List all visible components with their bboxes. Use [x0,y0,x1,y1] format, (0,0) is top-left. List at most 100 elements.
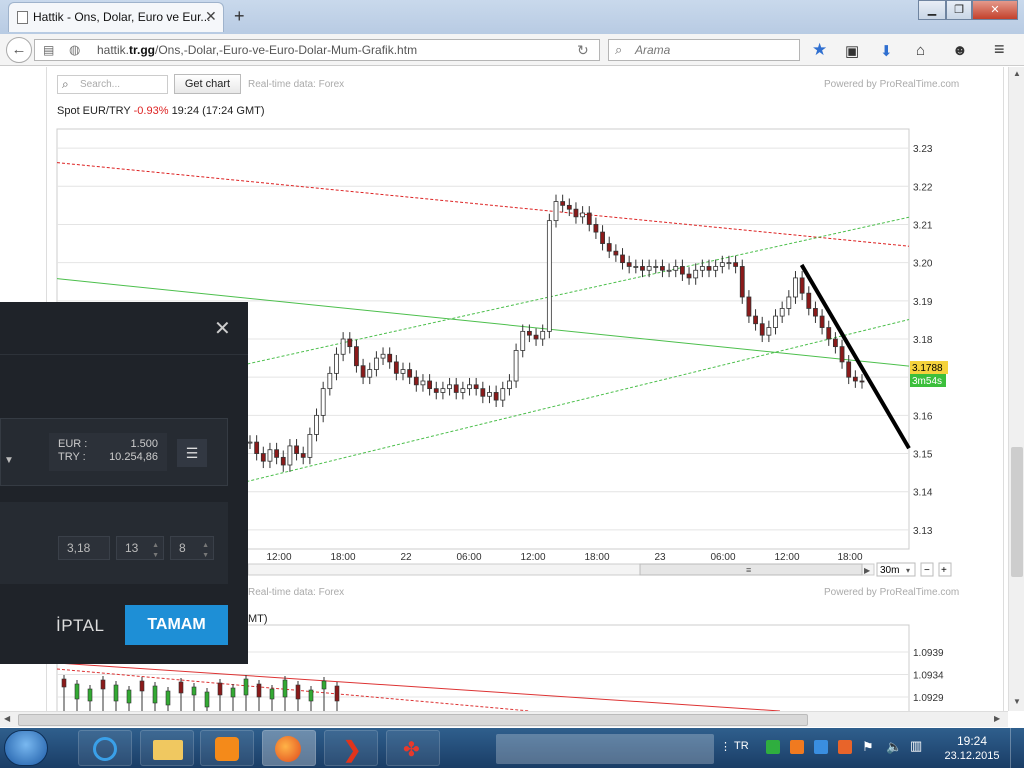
candle-body [307,434,313,458]
show-desktop-button[interactable] [1010,728,1024,768]
url-text: hattik.tr.gg/Ons,-Dolar,-Euro-ve-Euro-Do… [97,43,418,57]
chat-icon[interactable]: ☻ [952,42,968,59]
candle-body [387,353,393,363]
candle-body [433,388,439,393]
tray-app-icon[interactable] [766,740,780,754]
candle-body [453,384,459,393]
page-icon [17,11,28,24]
candle-body [113,684,119,702]
home-icon[interactable]: ⌂ [916,42,925,59]
network-icon[interactable]: ▥ [910,738,922,754]
download-icon[interactable]: ⬇ [880,42,893,60]
candle-body [706,266,712,271]
candle-body [600,231,605,244]
powered-by-label-2: Powered by ProRealTime.com [824,587,959,598]
search-bar[interactable]: ⌕ Arama [608,39,800,61]
close-tab-icon[interactable]: ✕ [205,8,217,25]
url-bar[interactable]: ▤ ◍ hattik.tr.gg/Ons,-Dolar,-Euro-ve-Eur… [34,39,600,61]
taskbar-blurred-item[interactable] [496,734,714,764]
flag-icon[interactable]: ⚑ [862,739,874,755]
close-icon[interactable]: ✕ [214,316,231,341]
y-tick-label: 1.0939 [913,648,944,659]
clock-date[interactable]: 23.12.2015 [944,750,1000,762]
hour-stepper[interactable]: 13 ▲ ▼ [116,536,164,560]
forex-app-taskbar-button[interactable]: ✤ [386,730,440,766]
candle-body [753,315,758,325]
candle-body [580,212,586,218]
candle-body [269,688,275,700]
menu-icon[interactable]: ≡ [994,39,1005,60]
tray-app-icon[interactable] [814,740,828,754]
candle-body [793,277,798,298]
candle-body [480,388,486,397]
clock-time[interactable]: 19:24 [944,734,1000,748]
candle-body [254,441,260,454]
internet-explorer-icon[interactable] [78,730,132,766]
file-explorer-icon[interactable] [140,730,194,766]
rate-input[interactable]: 3,18 [58,536,110,560]
candle-body [779,308,785,317]
stepper-down-icon[interactable]: ▼ [202,545,209,567]
close-window-button[interactable]: ✕ [972,0,1018,20]
horizontal-scroll-thumb[interactable] [18,714,808,726]
candle-body [513,350,519,382]
stepper-down-icon[interactable]: ▼ [152,545,159,567]
candle-body [666,269,672,272]
candle-body [773,315,778,328]
list-icon[interactable]: ☰ [177,439,207,467]
start-button[interactable] [4,730,48,766]
timeframe-label: 30m [880,565,899,576]
tray-app-icon[interactable] [838,740,852,754]
search-input[interactable]: Arama [635,43,670,57]
ok-button[interactable]: TAMAM [125,605,228,645]
minimize-button[interactable]: ▁ [918,0,946,20]
cancel-button[interactable]: İPTAL [56,616,104,636]
candle-body [566,204,572,210]
firefox-taskbar-button[interactable] [262,730,316,766]
zoom-out-icon: − [924,565,930,576]
candle-body [204,691,210,708]
bookmark-star-icon[interactable]: ★ [812,40,827,60]
candle-body [321,680,327,690]
bookmark-menu-icon[interactable]: ▤ [43,43,54,57]
candle-body [766,327,772,336]
candle-body [593,224,599,233]
media-player-icon[interactable] [200,730,254,766]
y-tick-label: 3.13 [913,526,933,537]
maximize-button[interactable]: ❐ [946,0,972,20]
chevron-down-icon[interactable]: ▼ [4,455,14,466]
minute-stepper[interactable]: 8 ▲ ▼ [170,536,214,560]
tray-app-icon[interactable] [790,740,804,754]
reload-icon[interactable]: ↻ [577,42,589,59]
candle-body [400,369,406,374]
candle-body [393,361,399,374]
vertical-scrollbar[interactable]: ▲ ▼ [1008,67,1024,711]
try-label: TRY : [58,451,86,463]
scroll-up-icon[interactable]: ▲ [1013,69,1021,78]
x-tick-label: 23 [654,552,666,563]
bookmarks-list-icon[interactable]: ▣ [845,42,859,60]
scroll-right-icon[interactable]: ▶ [994,714,1000,723]
x-tick-label: 22 [400,552,412,563]
scroll-down-icon[interactable]: ▼ [1013,697,1021,706]
candle-body [360,365,366,378]
candle-body [334,353,339,374]
scroll-left-icon[interactable]: ◀ [4,714,10,723]
hour-value: 13 [125,541,139,555]
candle-body [493,392,499,401]
y-tick-label: 3.21 [913,220,933,231]
vertical-scroll-thumb[interactable] [1011,447,1023,577]
candle-body [586,212,592,225]
x-tick-label: 12:00 [520,552,545,563]
candle-body [526,330,532,336]
language-indicator[interactable]: TR [734,740,749,752]
browser-tab[interactable]: Hattik - Ons, Dolar, Euro ve Eur... ✕ [8,2,224,32]
new-tab-icon[interactable]: + [234,6,245,27]
candle-body [282,679,288,698]
horizontal-scrollbar[interactable]: ◀ ▶ [0,711,1008,727]
taskbar: ❯ ✤ ⋮ TR ⚑ 🔈 ▥ 19:24 23.12.2015 [0,728,1024,768]
back-button[interactable]: ← [6,37,32,63]
candle-body [367,369,373,378]
volume-icon[interactable]: 🔈 [886,739,902,755]
app-taskbar-button[interactable]: ❯ [324,730,378,766]
